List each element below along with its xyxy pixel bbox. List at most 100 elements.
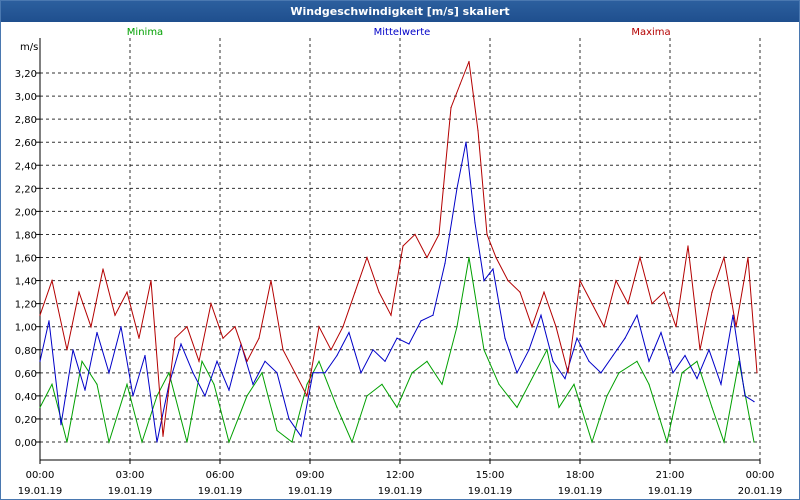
data-point <box>156 441 158 443</box>
data-point <box>366 256 368 259</box>
data-point <box>336 406 338 408</box>
x-tick-date: 19.01.19 <box>558 486 603 497</box>
data-point <box>627 303 629 305</box>
data-point <box>312 372 314 374</box>
data-point <box>102 268 104 270</box>
data-point <box>90 326 92 328</box>
data-point <box>138 337 140 339</box>
y-tick-label: 3,00 <box>15 92 37 103</box>
data-point <box>210 303 212 305</box>
data-point <box>420 320 422 322</box>
y-tick-labels: 0,00 0,20 0,40 0,60 0,80 1,00 1,20 1,40 1,60 1,80… <box>15 69 37 449</box>
data-point <box>747 256 749 259</box>
data-point <box>144 354 146 357</box>
data-point <box>168 372 170 374</box>
data-point <box>60 424 62 426</box>
data-point <box>204 395 206 397</box>
data-point <box>459 83 461 86</box>
data-point <box>141 441 143 443</box>
data-point <box>114 314 116 316</box>
data-point <box>699 349 701 351</box>
data-point <box>498 383 500 385</box>
data-point <box>396 406 398 408</box>
data-point <box>66 441 68 443</box>
data-point <box>432 314 434 316</box>
y-tick-label: 0,40 <box>15 392 37 403</box>
data-point <box>96 383 98 385</box>
data-point <box>456 187 458 189</box>
y-tick-label: 1,40 <box>15 277 37 288</box>
y-tick-label: 0,20 <box>15 415 37 426</box>
legend-entry: Minima <box>127 27 163 38</box>
data-point <box>516 406 518 408</box>
data-point <box>660 331 662 334</box>
x-tick-time: 03:00 <box>116 470 145 481</box>
y-tick-label: 1,00 <box>15 323 37 334</box>
data-point <box>201 360 203 362</box>
data-point <box>753 401 755 403</box>
data-point <box>579 280 581 282</box>
data-point <box>84 389 86 391</box>
x-tick-date: 20.01.19 <box>738 486 783 497</box>
data-point <box>684 354 686 357</box>
data-point <box>441 383 443 385</box>
legend-entry: Mittelwerte <box>374 27 431 38</box>
data-point <box>228 441 230 443</box>
data-point <box>198 360 200 362</box>
data-point <box>360 372 362 374</box>
x-tick-date: 19.01.19 <box>18 486 63 497</box>
data-point <box>531 326 533 328</box>
data-point <box>615 280 617 282</box>
data-point <box>366 395 368 397</box>
data-point <box>270 280 272 282</box>
data-point <box>192 372 194 374</box>
data-point <box>591 303 593 305</box>
data-point <box>378 291 380 293</box>
data-point <box>465 141 467 143</box>
data-point <box>126 291 128 293</box>
data-point <box>483 280 485 282</box>
data-point <box>681 372 683 374</box>
data-point <box>648 383 650 385</box>
data-point <box>261 372 263 374</box>
y-axis-label: m/s <box>20 42 38 53</box>
data-point <box>468 256 470 259</box>
data-point <box>48 320 50 322</box>
wind-speed-chart: m/s 0,00 0,20 0,40 0,60 0,80 1,00 1,20 1,40 1,60… <box>15 27 783 497</box>
data-point <box>390 314 392 316</box>
x-tick-time: 06:00 <box>206 470 235 481</box>
data-point <box>468 60 470 63</box>
data-point <box>672 372 674 374</box>
data-point <box>162 435 164 437</box>
y-tick-label: 2,80 <box>15 115 37 126</box>
data-point <box>126 383 128 385</box>
data-point <box>438 233 440 235</box>
data-point <box>744 395 746 397</box>
data-point <box>342 326 344 328</box>
x-tick-time: 12:00 <box>386 470 415 481</box>
data-point <box>573 383 575 385</box>
data-point <box>354 291 356 293</box>
data-point <box>588 360 590 362</box>
data-point <box>78 291 80 293</box>
data-point <box>639 256 641 259</box>
data-point <box>120 326 122 328</box>
data-point <box>411 372 413 374</box>
data-point <box>756 372 758 374</box>
data-point <box>711 406 713 408</box>
data-point <box>528 349 530 351</box>
x-tick-time: 18:00 <box>566 470 595 481</box>
data-point <box>276 372 278 374</box>
data-point <box>540 314 542 316</box>
data-point <box>603 326 605 328</box>
data-point <box>636 314 638 316</box>
data-point <box>720 383 722 385</box>
data-point <box>735 326 737 328</box>
data-point <box>180 343 182 345</box>
data-point <box>252 383 254 385</box>
data-point <box>282 349 284 351</box>
x-tick-labels: 00:00 19.01.19 03:00 19.01.19 06:00 19.01.19 0… <box>18 470 783 497</box>
data-point <box>300 435 302 437</box>
x-tick-time: 21:00 <box>656 470 685 481</box>
data-point <box>288 418 290 420</box>
